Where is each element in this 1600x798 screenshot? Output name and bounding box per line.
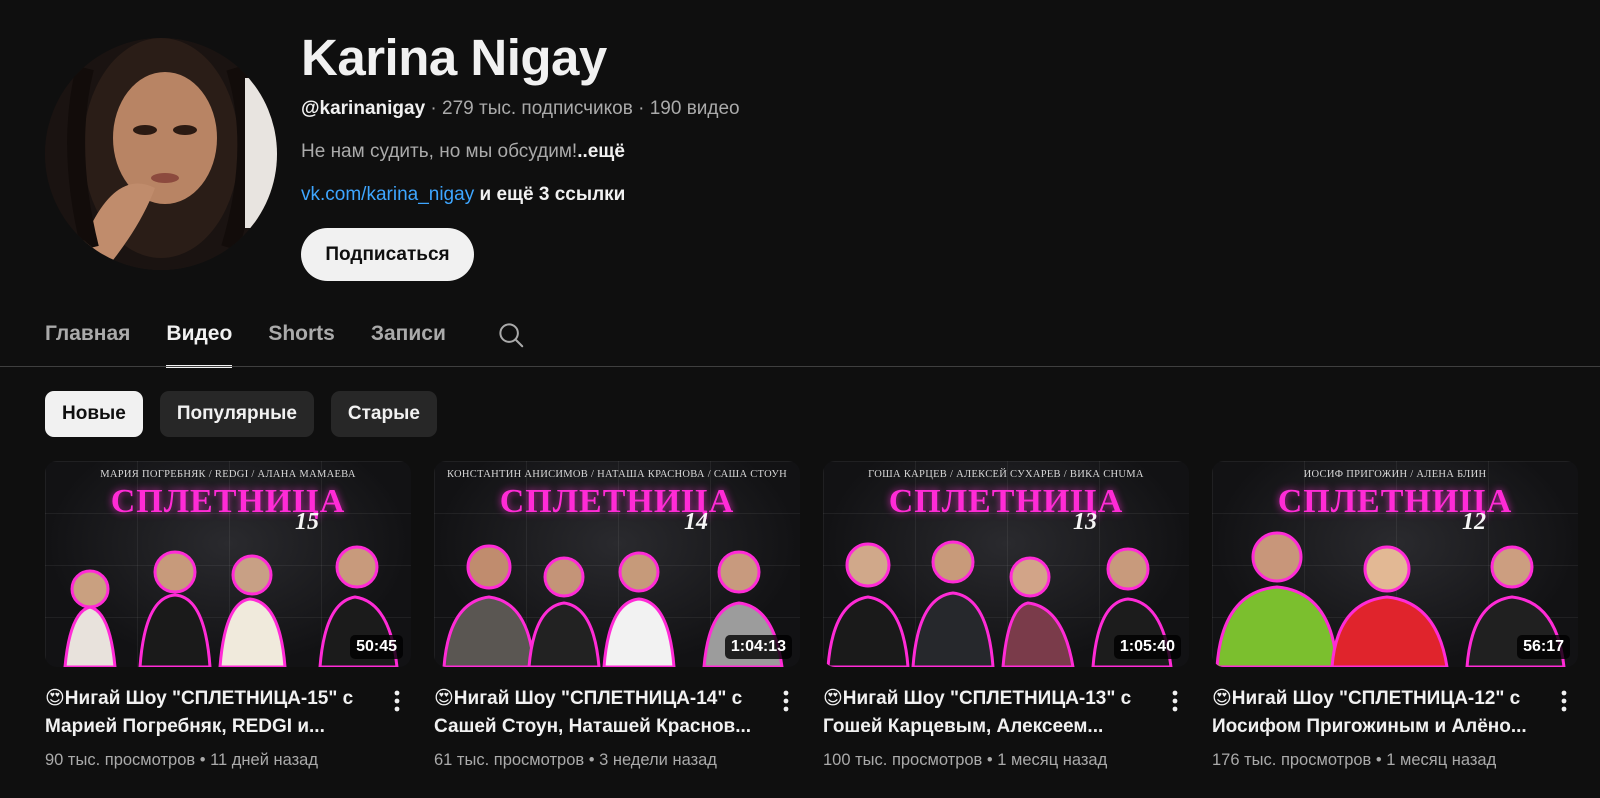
video-duration: 1:04:13 — [724, 635, 792, 659]
video-thumbnail[interactable]: КОНСТАНТИН АНИСИМОВ / НАТАША КРАСНОВА / … — [434, 461, 800, 667]
tab-videos[interactable]: Видео — [166, 316, 232, 368]
video-title[interactable]: 😍Нигай Шоу "СПЛЕТНИЦА-13" с Гошей Карцев… — [823, 685, 1153, 741]
thumbnail-title: СПЛЕТНИЦА — [110, 483, 346, 520]
channel-stats: · 279 тыс. подписчиков · 190 видео — [425, 98, 740, 119]
thumbnail-title: СПЛЕТНИЦА — [1277, 483, 1513, 520]
avatar-portrait-image — [45, 38, 277, 270]
video-card: МАРИЯ ПОГРЕБНЯК / REDGI / АЛАНА МАМАЕВА … — [45, 461, 411, 770]
channel-description[interactable]: Не нам судить, но мы обсудим!..ещё — [301, 141, 625, 163]
tabs-divider — [0, 366, 1600, 367]
channel-name: Karina Nigay — [301, 29, 607, 86]
video-thumbnail[interactable]: ГОША КАРЦЕВ / АЛЕКСЕЙ СУХАРЕВ / ВИКА CHU… — [823, 461, 1189, 667]
tab-home[interactable]: Главная — [45, 316, 130, 368]
tab-posts[interactable]: Записи — [371, 316, 446, 368]
channel-links: vk.com/karina_nigay и ещё 3 ссылки — [301, 184, 625, 206]
channel-handle: @karinanigay — [301, 98, 426, 119]
video-stats: 176 тыс. просмотров • 1 месяц назад — [1212, 751, 1497, 769]
thumbnail-title: СПЛЕТНИЦА — [499, 483, 735, 520]
search-icon[interactable] — [496, 316, 526, 352]
channel-tabs: Главная Видео Shorts Записи — [45, 316, 526, 368]
description-text: Не нам судить, но мы обсудим! — [301, 141, 578, 162]
video-card: КОНСТАНТИН АНИСИМОВ / НАТАША КРАСНОВА / … — [434, 461, 800, 770]
video-grid: МАРИЯ ПОГРЕБНЯК / REDGI / АЛАНА МАМАЕВА … — [45, 461, 1578, 770]
channel-avatar[interactable] — [45, 38, 277, 270]
more-links[interactable]: и ещё 3 ссылки — [474, 184, 625, 205]
thumbnail-title: СПЛЕТНИЦА — [888, 483, 1124, 520]
thumbnail-guests: ГОША КАРЦЕВ / АЛЕКСЕЙ СУХАРЕВ / ВИКА CHU… — [868, 469, 1144, 480]
video-info: 😍Нигай Шоу "СПЛЕТНИЦА-14" с Сашей Стоун,… — [434, 685, 800, 770]
thumbnail-guests: МАРИЯ ПОГРЕБНЯК / REDGI / АЛАНА МАМАЕВА — [100, 469, 356, 480]
chip-popular[interactable]: Популярные — [159, 391, 314, 437]
chip-oldest[interactable]: Старые — [330, 391, 437, 437]
more-vert-icon[interactable] — [1550, 687, 1578, 715]
thumbnail-guests: ИОСИФ ПРИГОЖИН / АЛЕНА БЛИН — [1303, 469, 1487, 480]
channel-meta: @karinanigay · 279 тыс. подписчиков · 19… — [301, 98, 740, 120]
video-thumbnail[interactable]: МАРИЯ ПОГРЕБНЯК / REDGI / АЛАНА МАМАЕВА … — [45, 461, 411, 667]
video-thumbnail[interactable]: ИОСИФ ПРИГОЖИН / АЛЕНА БЛИН СПЛЕТНИЦА 12… — [1212, 461, 1578, 667]
video-card: ГОША КАРЦЕВ / АЛЕКСЕЙ СУХАРЕВ / ВИКА CHU… — [823, 461, 1189, 770]
subscribe-button[interactable]: Подписаться — [301, 228, 474, 281]
chip-newest[interactable]: Новые — [45, 391, 143, 437]
video-info: 😍Нигай Шоу "СПЛЕТНИЦА-15" с Марией Погре… — [45, 685, 411, 770]
video-title[interactable]: 😍Нигай Шоу "СПЛЕТНИЦА-12" с Иосифом Приг… — [1212, 685, 1542, 741]
video-stats: 100 тыс. просмотров • 1 месяц назад — [823, 751, 1108, 769]
video-card: ИОСИФ ПРИГОЖИН / АЛЕНА БЛИН СПЛЕТНИЦА 12… — [1212, 461, 1578, 770]
sort-chips: Новые Популярные Старые — [45, 391, 437, 437]
more-vert-icon[interactable] — [383, 687, 411, 715]
video-info: 😍Нигай Шоу "СПЛЕТНИЦА-13" с Гошей Карцев… — [823, 685, 1189, 770]
video-duration: 1:05:40 — [1113, 635, 1181, 659]
thumbnail-guests: КОНСТАНТИН АНИСИМОВ / НАТАША КРАСНОВА / … — [446, 469, 788, 480]
video-duration: 56:17 — [1517, 635, 1570, 659]
more-vert-icon[interactable] — [1161, 687, 1189, 715]
video-title[interactable]: 😍Нигай Шоу "СПЛЕТНИЦА-14" с Сашей Стоун,… — [434, 685, 764, 741]
video-info: 😍Нигай Шоу "СПЛЕТНИЦА-12" с Иосифом Приг… — [1212, 685, 1578, 770]
description-more[interactable]: ..ещё — [577, 141, 625, 162]
video-stats: 61 тыс. просмотров • 3 недели назад — [434, 751, 717, 769]
video-stats: 90 тыс. просмотров • 11 дней назад — [45, 751, 318, 769]
tab-shorts[interactable]: Shorts — [268, 316, 335, 368]
video-duration: 50:45 — [350, 635, 403, 659]
channel-link[interactable]: vk.com/karina_nigay — [301, 184, 474, 205]
more-vert-icon[interactable] — [772, 687, 800, 715]
video-title[interactable]: 😍Нигай Шоу "СПЛЕТНИЦА-15" с Марией Погре… — [45, 685, 375, 741]
